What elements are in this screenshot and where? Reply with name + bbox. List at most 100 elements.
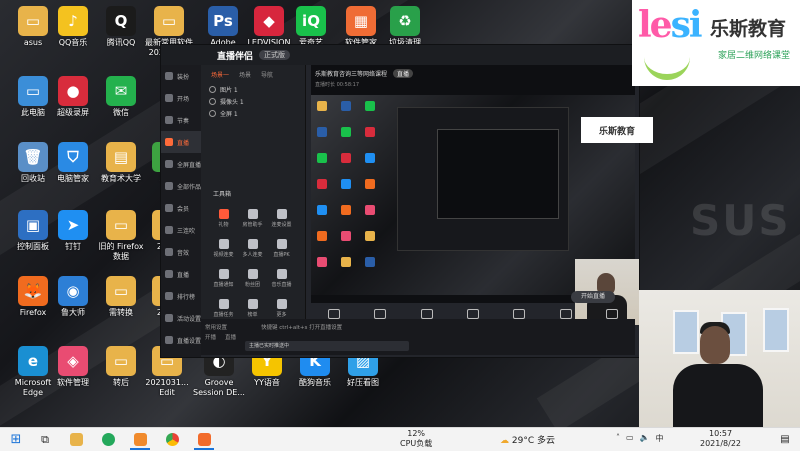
- tool-label: 视频连麦: [213, 252, 234, 258]
- mini-icon: [365, 127, 375, 137]
- nav-item[interactable]: 活动设置: [161, 307, 201, 329]
- cpu-meter[interactable]: 12% CPU负载: [400, 429, 432, 449]
- app-icon: [197, 433, 211, 446]
- source-row[interactable]: 图片 1: [201, 83, 305, 95]
- volume-icon[interactable]: 🔈: [640, 433, 650, 444]
- dingtalk-icon: ➤: [58, 210, 88, 240]
- nav-item[interactable]: 装扮: [161, 65, 201, 87]
- desktop-icon[interactable]: ✉ 微信: [92, 74, 150, 132]
- nav-icon: [165, 336, 173, 344]
- mini-icon: [365, 179, 375, 189]
- bottom-line-3[interactable]: 直播: [225, 333, 236, 341]
- nav-icon: [165, 204, 173, 212]
- presenter-body: [673, 364, 763, 428]
- nav-icon: [165, 314, 173, 322]
- live-streaming-app-window[interactable]: 直播伴侣 正式版 装扮 开场 节奏 直播 全屏直播 全部作品 会员 三连吹 音效 直播 排行榜 活动设…: [160, 44, 653, 358]
- ime-icon[interactable]: 中: [656, 433, 664, 444]
- taskbar-file-explorer[interactable]: [66, 431, 86, 448]
- tool-button[interactable]: 直播通知: [209, 265, 238, 295]
- scene-tab[interactable]: 场景: [239, 70, 251, 79]
- app-title-bar[interactable]: 直播伴侣 正式版: [161, 45, 639, 65]
- tool-button[interactable]: 直播PK: [267, 235, 296, 265]
- source-list: 图片 1 摄像头 1 全屏 1: [201, 83, 305, 119]
- tool-button[interactable]: 连麦设置: [267, 205, 296, 235]
- nav-item[interactable]: 直播: [161, 131, 201, 153]
- nav-icon: [165, 248, 173, 256]
- task-view-button[interactable]: ⧉: [36, 431, 54, 448]
- source-row[interactable]: 摄像头 1: [201, 95, 305, 107]
- eye-icon[interactable]: [209, 85, 216, 93]
- taskbar-app[interactable]: [130, 431, 150, 450]
- nav-item[interactable]: 全屏直播: [161, 153, 201, 175]
- tool-button[interactable]: 粉丝团: [238, 265, 267, 295]
- nav-item[interactable]: 直播设置: [161, 329, 201, 351]
- folder-icon: ▭: [106, 210, 136, 240]
- mini-icon: [317, 205, 327, 215]
- brand-name: 乐斯教育: [710, 18, 787, 40]
- software-manager-icon: ▦: [346, 6, 376, 36]
- folder-icon: [69, 433, 83, 446]
- tool-button[interactable]: 多人连麦: [238, 235, 267, 265]
- control-icon: [513, 309, 526, 319]
- desktop-icon-label: 2021031... Edit: [145, 378, 189, 397]
- bottom-line-2[interactable]: 开播: [205, 333, 216, 341]
- scene-tab[interactable]: 场景一: [211, 70, 229, 79]
- scene-tab[interactable]: 导航: [261, 70, 273, 79]
- start-live-button[interactable]: 开始直播: [571, 291, 615, 303]
- nav-item[interactable]: 音效: [161, 241, 201, 263]
- control-icon: [559, 309, 572, 319]
- cpu-percent: 12%: [407, 429, 426, 438]
- screen-recorder-icon: ●: [58, 76, 88, 106]
- source-row[interactable]: 全屏 1: [201, 107, 305, 119]
- nav-item[interactable]: 排行榜: [161, 285, 201, 307]
- app-icon: [133, 433, 147, 446]
- presenter-head: [700, 326, 730, 364]
- tool-label: 连麦设置: [271, 222, 292, 228]
- weather-widget[interactable]: ☁ 29°C 多云: [500, 433, 555, 446]
- network-icon[interactable]: ▭: [626, 433, 634, 444]
- eye-icon[interactable]: [209, 97, 216, 105]
- nav-item[interactable]: 开场: [161, 87, 201, 109]
- edge-icon: [101, 433, 115, 446]
- folder-icon: ▭: [106, 276, 136, 306]
- tool-button[interactable]: 视频连麦: [209, 235, 238, 265]
- start-button[interactable]: ⊞: [6, 431, 26, 448]
- taskbar-chrome[interactable]: [162, 431, 182, 448]
- nav-item[interactable]: 会员: [161, 197, 201, 219]
- mini-icon: [341, 205, 351, 215]
- photoshop-icon: Ps: [208, 6, 238, 36]
- desktop-icon-label: 好压看图: [347, 378, 379, 387]
- chevron-up-icon[interactable]: ˄: [616, 433, 620, 444]
- brand-mark-a: le: [638, 4, 673, 46]
- nav-item[interactable]: 节奏: [161, 109, 201, 131]
- taskbar-app-2[interactable]: [194, 431, 214, 450]
- nav-item[interactable]: 全部作品: [161, 175, 201, 197]
- taskbar-edge[interactable]: [98, 431, 118, 448]
- tool-icon: [276, 209, 287, 219]
- toolbox-grid: 礼物 房管助手 连麦设置 视频连麦 多人连麦 直播PK 直播通知 粉丝团 音乐直播 直播任务 榜单 更…: [209, 205, 303, 325]
- tool-icon: [247, 239, 258, 249]
- nav-label: 会员: [177, 205, 190, 213]
- tool-label: 直播通知: [213, 282, 234, 288]
- mini-icon: [317, 179, 327, 189]
- desktop-icon-label: 微信: [113, 108, 129, 117]
- notification-button[interactable]: ▤: [776, 431, 794, 448]
- overlay-logo: 乐斯教育: [581, 117, 653, 143]
- iqiyi-icon: iQ: [296, 6, 326, 36]
- cloud-icon: ☁: [500, 436, 509, 446]
- nav-item[interactable]: 三连吹: [161, 219, 201, 241]
- tool-button[interactable]: 音乐直播: [267, 265, 296, 295]
- brand-logo-overlay: lesi 乐斯教育 家居二维网络课堂: [632, 0, 800, 86]
- qq-icon: Q: [106, 6, 136, 36]
- scene-tabs: 场景一 场景 导航: [201, 65, 305, 83]
- tool-button[interactable]: 礼物: [209, 205, 238, 235]
- mini-icon: [341, 231, 351, 241]
- control-icon: [374, 309, 387, 319]
- clock[interactable]: 10:57 2021/8/22: [700, 429, 741, 449]
- nav-item[interactable]: 直播: [161, 263, 201, 285]
- task-view-icon: ⧉: [41, 432, 49, 446]
- tool-button[interactable]: 房管助手: [238, 205, 267, 235]
- brand-mark-b: si: [670, 4, 703, 46]
- eye-icon[interactable]: [209, 109, 216, 117]
- notification-icon: ▤: [780, 434, 790, 445]
